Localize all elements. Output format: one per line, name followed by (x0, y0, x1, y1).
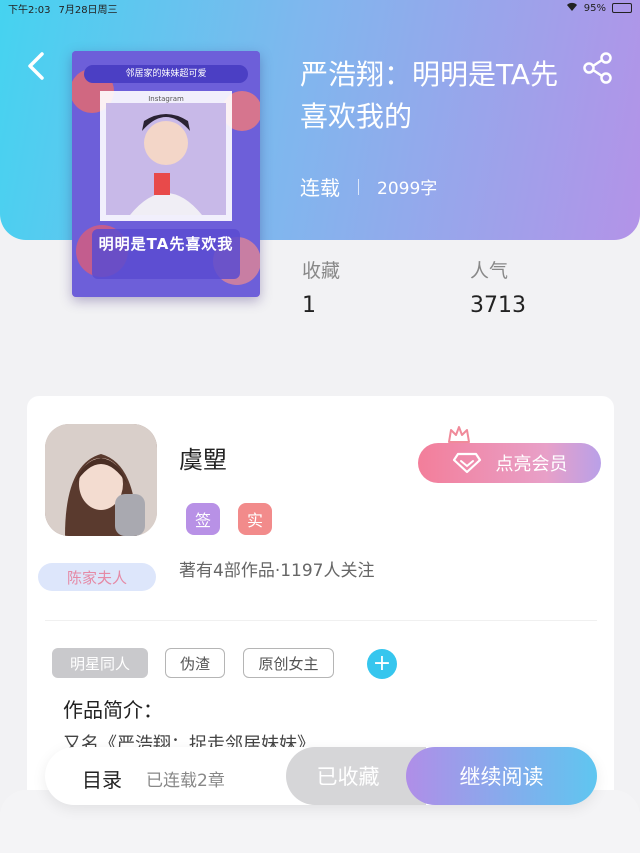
cover-caption: Instagram (148, 95, 184, 103)
author-avatar[interactable] (45, 424, 157, 536)
wifi-icon (566, 2, 578, 15)
chapter-count: 已连载2章 (146, 771, 225, 791)
share-button[interactable] (580, 50, 616, 86)
intro-label: 作品简介： (63, 698, 163, 722)
battery-icon (612, 3, 632, 13)
chevron-left-icon (28, 52, 44, 80)
stat-popularity: 人气 3713 (470, 256, 526, 318)
vip-button[interactable]: 点亮会员 (418, 443, 601, 483)
diamond-icon (452, 452, 481, 474)
share-icon (583, 52, 612, 84)
book-cover[interactable]: 邻居家的妹妹超可爱 Instagram 明明是TA先喜欢我 (72, 51, 260, 297)
vip-label: 点亮会员 (495, 454, 568, 475)
stat-value: 1 (302, 293, 316, 318)
book-title: 严浩翔：明明是TA先喜欢我的 (300, 58, 559, 133)
add-tag-button[interactable]: + (367, 649, 397, 679)
author-description: 著有4部作品·1197人关注 (179, 561, 375, 581)
status-bar: 下午2:03 7月28日周三 95% (0, 0, 640, 16)
battery-percent: 95% (583, 2, 606, 14)
tag-item[interactable]: 原创女主 (243, 648, 334, 678)
stat-label: 人气 (470, 260, 509, 282)
cover-illustration (72, 51, 260, 297)
tag-item[interactable]: 明星同人 (52, 648, 148, 678)
cover-title-art: 明明是TA先喜欢我 (98, 235, 234, 253)
verified-badge: 实 (238, 503, 272, 535)
book-status: 连载 (300, 176, 340, 200)
book-meta: 连载 2099字 (300, 172, 437, 201)
stat-favorites: 收藏 1 (302, 256, 340, 318)
author-title-tag: 陈家夫人 (38, 563, 156, 591)
stat-value: 3713 (470, 293, 526, 318)
author-name[interactable]: 虞朢 (179, 440, 227, 475)
word-count: 2099字 (377, 179, 438, 199)
collected-button[interactable]: 已收藏 (286, 747, 426, 805)
plus-icon: + (372, 651, 392, 676)
status-date: 7月28日周三 (58, 4, 118, 16)
meta-divider (358, 178, 359, 195)
card-divider (45, 620, 597, 621)
cover-banner: 邻居家的妹妹超可爱 (125, 69, 207, 79)
avatar-photo (45, 424, 157, 536)
stat-label: 收藏 (302, 260, 341, 282)
status-time: 下午2:03 (8, 4, 51, 16)
signed-badge: 签 (186, 503, 220, 535)
crown-icon (448, 426, 470, 443)
back-button[interactable] (20, 48, 52, 84)
toc-button[interactable]: 目录 (82, 764, 122, 793)
tag-item[interactable]: 伪渣 (165, 648, 225, 678)
continue-reading-button[interactable]: 继续阅读 (406, 747, 597, 805)
